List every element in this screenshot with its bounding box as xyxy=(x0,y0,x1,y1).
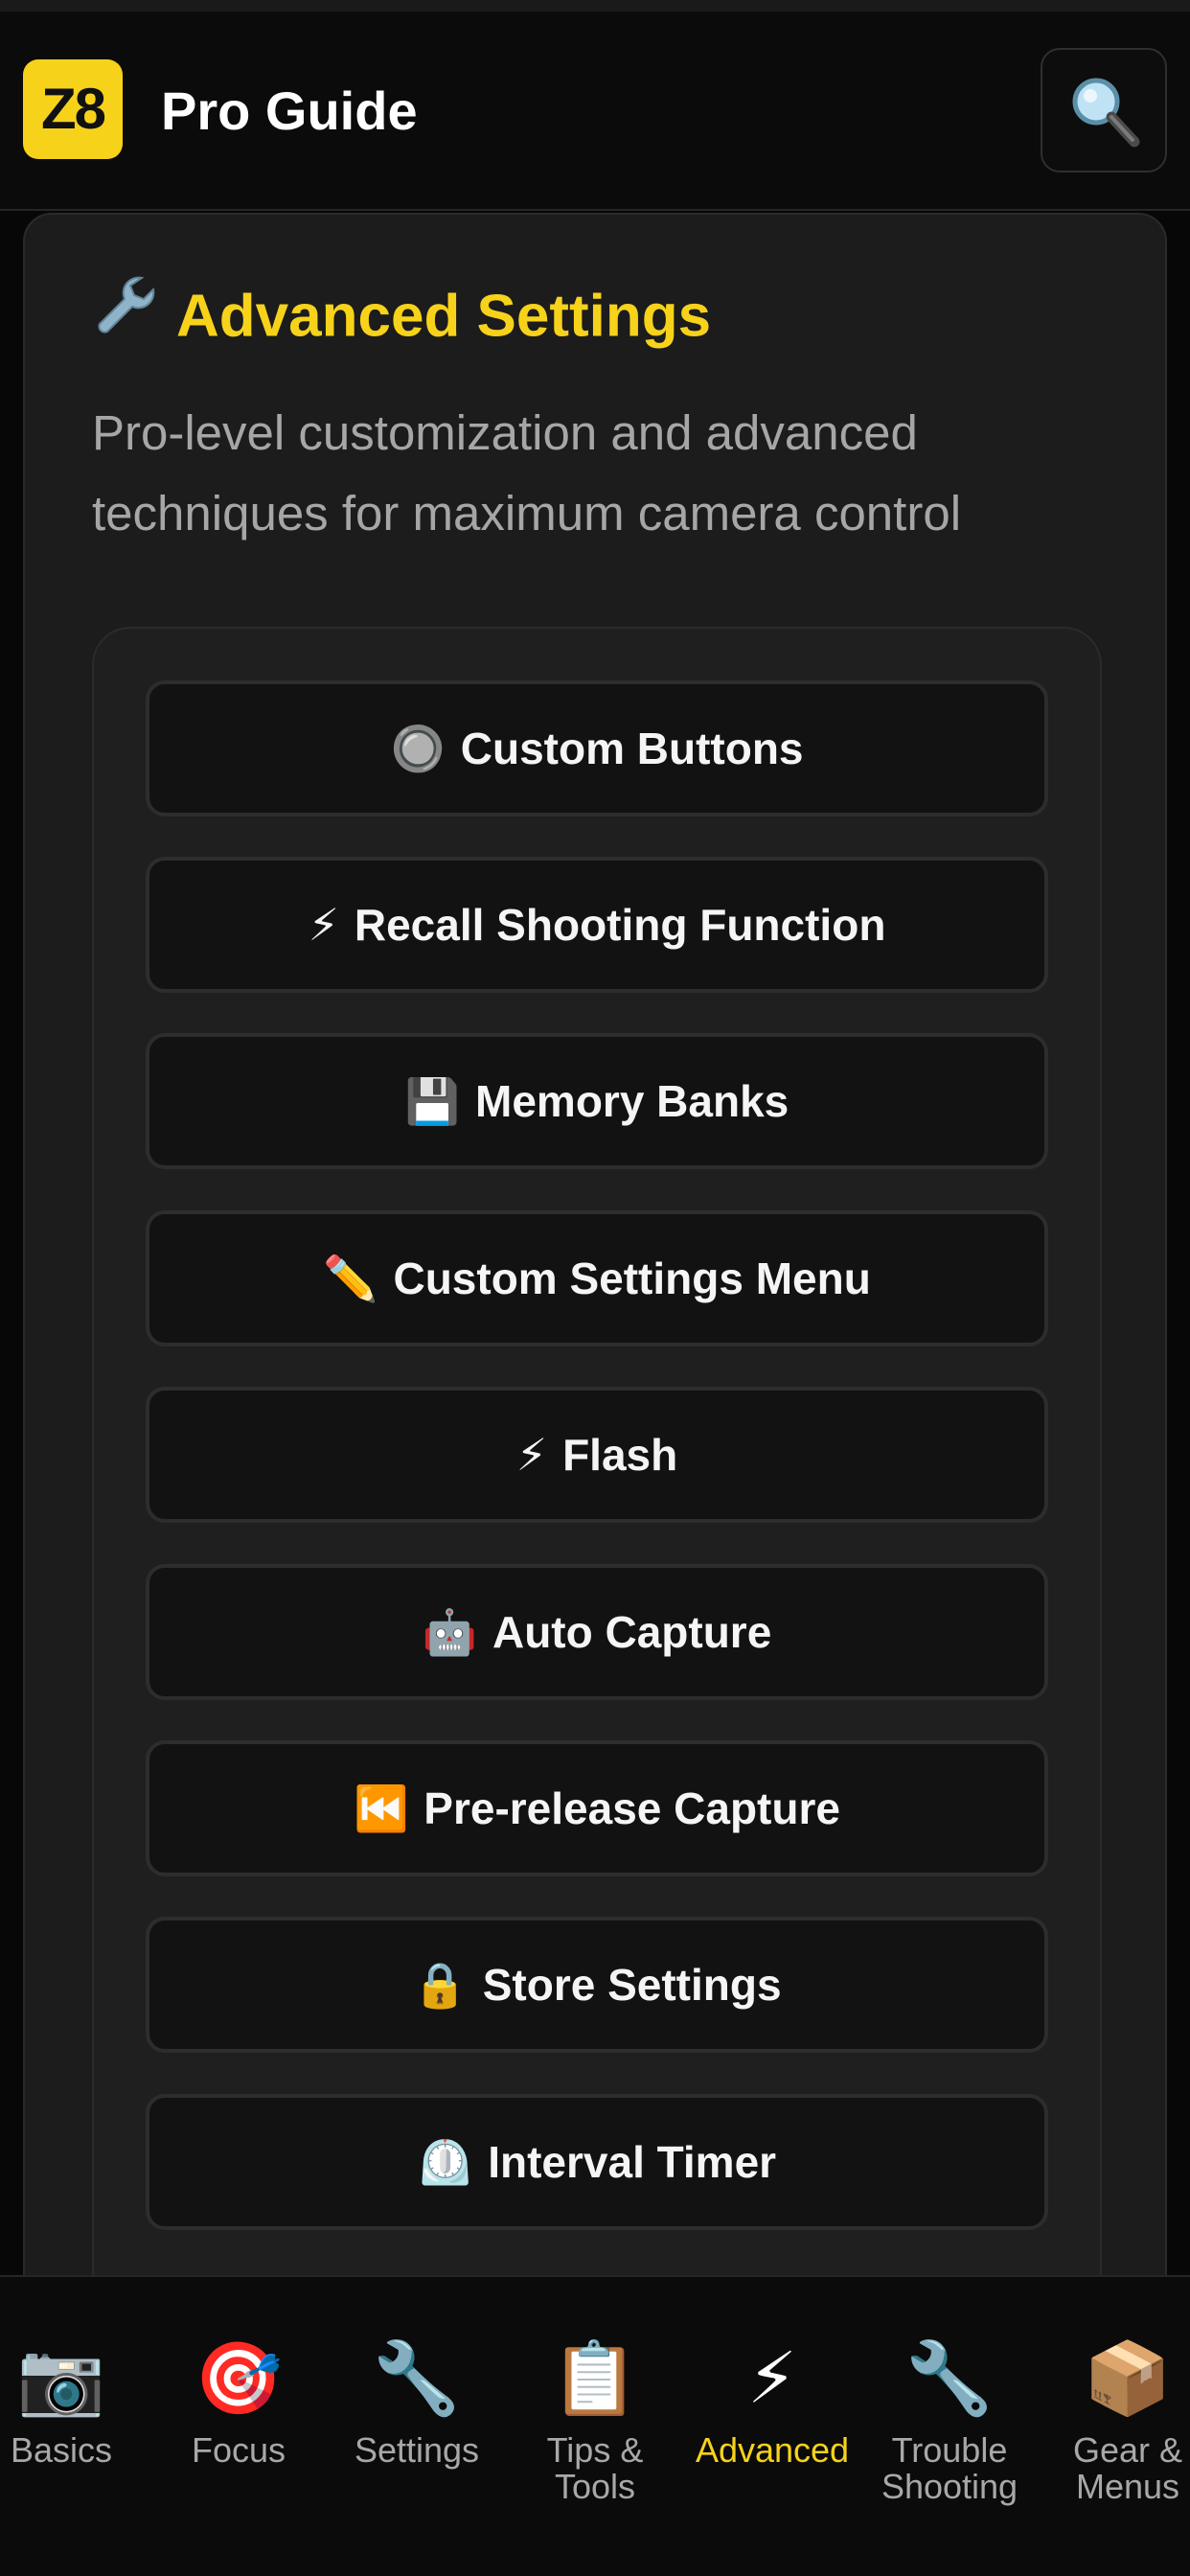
menu-item-label: Memory Banks xyxy=(475,1076,790,1126)
tab-label: Advanced xyxy=(695,2430,850,2470)
menu-item-label: Store Settings xyxy=(482,1960,782,2010)
tab-label: Focus xyxy=(191,2430,286,2470)
tab-tips-tools[interactable]: 📋 Tips & Tools xyxy=(509,2338,681,2505)
menu-item-label: Custom Settings Menu xyxy=(393,1254,871,1303)
pre-release-capture-button[interactable]: ⏮️ Pre-release Capture xyxy=(146,1740,1048,1876)
menu-item-label: Pre-release Capture xyxy=(423,1783,840,1833)
wrench-icon: 🔧 xyxy=(372,2338,462,2418)
status-strip xyxy=(0,0,1190,12)
menu-item-label: Custom Buttons xyxy=(460,724,804,773)
section-description: Pro-level customization and advanced tec… xyxy=(92,405,962,540)
tab-gear-menus[interactable]: 📦 Gear & Menus xyxy=(1041,2338,1190,2505)
floppy-disk-icon: 💾 xyxy=(404,1076,461,1126)
tab-label: Trouble Shooting xyxy=(881,2430,1018,2506)
store-settings-button[interactable]: 🔒 Store Settings xyxy=(146,1917,1048,2053)
app-header: Z8 Pro Guide xyxy=(0,12,1190,211)
wrench-icon xyxy=(92,272,159,356)
camera-icon: 📷 xyxy=(16,2338,106,2418)
robot-icon: 🤖 xyxy=(422,1607,477,1657)
app-logo[interactable]: Z8 xyxy=(23,59,123,159)
package-icon: 📦 xyxy=(1083,2338,1173,2418)
app-screen: Z8 Pro Guide Advanced Settings Pro-level… xyxy=(0,0,1190,2576)
search-button[interactable] xyxy=(1041,48,1167,172)
tab-troubleshooting[interactable]: 🔧 Trouble Shooting xyxy=(863,2338,1036,2505)
pencil-icon: ✏️ xyxy=(323,1254,378,1303)
memory-banks-button[interactable]: 💾 Memory Banks xyxy=(146,1033,1048,1169)
advanced-settings-card: Advanced Settings Pro-level customizatio… xyxy=(23,213,1167,2352)
interval-timer-button[interactable]: ⏲️ Interval Timer xyxy=(146,2094,1048,2230)
menu-item-label: Auto Capture xyxy=(492,1607,772,1657)
section-title: Advanced Settings xyxy=(92,276,712,362)
app-title: Pro Guide xyxy=(161,80,418,141)
custom-buttons-button[interactable]: 🔘 Custom Buttons xyxy=(146,680,1048,816)
radio-button-icon: 🔘 xyxy=(390,724,446,773)
timer-icon: ⏲️ xyxy=(417,2137,473,2187)
recall-shooting-function-button[interactable]: ⚡ Recall Shooting Function xyxy=(146,857,1048,993)
tab-label: Tips & Tools xyxy=(546,2430,644,2506)
tab-label: Settings xyxy=(354,2430,480,2470)
custom-settings-menu-button[interactable]: ✏️ Custom Settings Menu xyxy=(146,1210,1048,1346)
tab-focus[interactable]: 🎯 Focus xyxy=(152,2338,325,2469)
tab-settings[interactable]: 🔧 Settings xyxy=(331,2338,503,2469)
tab-basics[interactable]: 📷 Basics xyxy=(0,2338,148,2469)
tab-advanced[interactable]: ⚡ Advanced xyxy=(686,2338,858,2469)
bottom-tab-bar: 📷 Basics 🎯 Focus 🔧 Settings 📋 Tips & Too… xyxy=(0,2275,1190,2576)
lightning-icon: ⚡ xyxy=(747,2338,797,2418)
tab-label: Basics xyxy=(10,2430,113,2470)
target-icon: 🎯 xyxy=(194,2338,284,2418)
menu-item-label: Flash xyxy=(562,1430,678,1480)
flash-button[interactable]: ⚡ Flash xyxy=(146,1387,1048,1523)
search-icon xyxy=(1072,78,1140,148)
wrench-icon: 🔧 xyxy=(904,2338,995,2418)
auto-capture-button[interactable]: 🤖 Auto Capture xyxy=(146,1564,1048,1700)
settings-menu-panel: 🔘 Custom Buttons ⚡ Recall Shooting Functio… xyxy=(92,627,1102,2352)
rewind-icon: ⏮️ xyxy=(354,1783,409,1833)
tab-label: Gear & Menus xyxy=(1072,2430,1183,2506)
lightning-icon: ⚡ xyxy=(308,900,339,950)
lock-icon: 🔒 xyxy=(412,1960,468,2010)
lightning-icon: ⚡ xyxy=(515,1430,548,1480)
menu-item-label: Recall Shooting Function xyxy=(354,900,886,950)
menu-item-label: Interval Timer xyxy=(488,2137,777,2187)
clipboard-icon: 📋 xyxy=(550,2338,640,2418)
section-title-text: Advanced Settings xyxy=(176,283,712,350)
